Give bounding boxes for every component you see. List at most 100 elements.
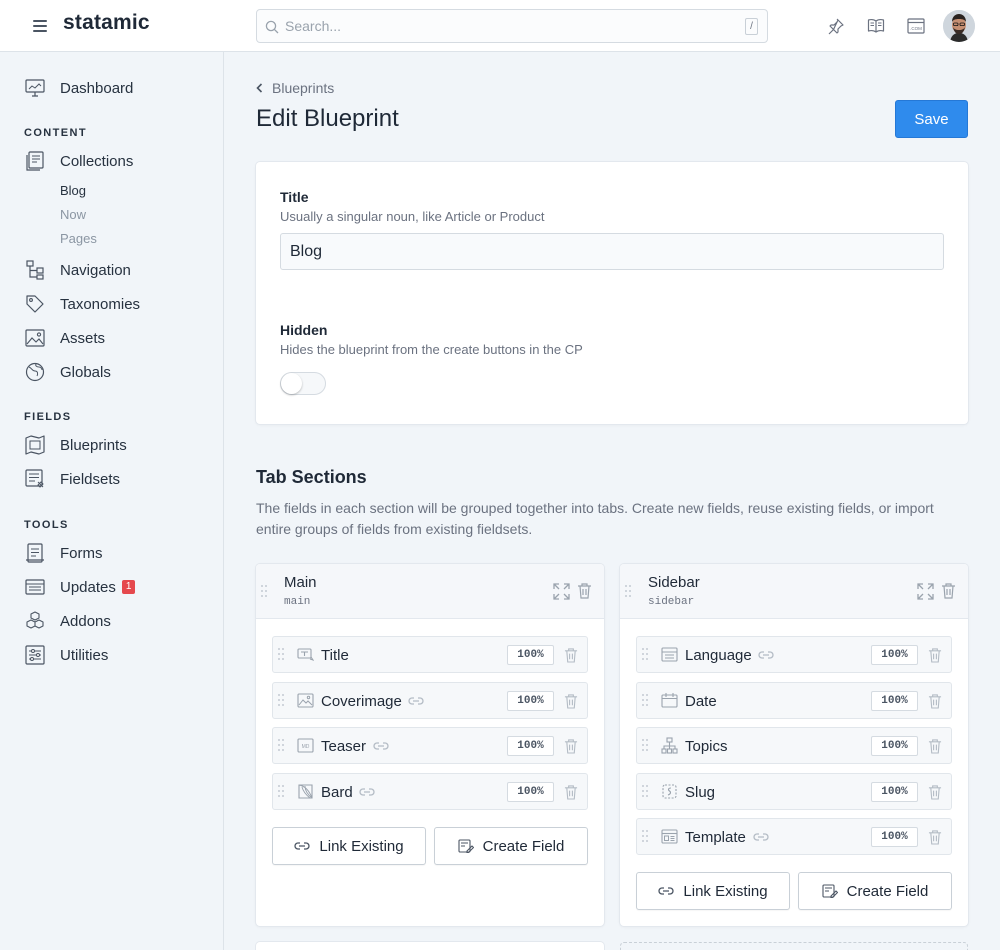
expand-icon[interactable] — [553, 583, 570, 600]
drag-handle-icon[interactable] — [278, 694, 284, 708]
sidebar-item-label: Updates — [60, 578, 116, 596]
field-width-selector[interactable]: 100% — [507, 691, 554, 711]
field-name[interactable]: Topics — [685, 738, 728, 755]
utilities-icon — [25, 645, 45, 665]
drag-handle-icon[interactable] — [642, 830, 648, 844]
field-name[interactable]: Template — [685, 829, 746, 846]
sidebar-item-label: Addons — [60, 612, 111, 630]
sidebar-item-fieldsets[interactable]: Fieldsets — [24, 466, 214, 492]
sidebar-item-dashboard[interactable]: Dashboard — [24, 75, 214, 101]
sidebar-item-updates[interactable]: Updates 1 — [24, 574, 214, 600]
drag-handle-icon[interactable] — [642, 785, 648, 799]
sidebar-item-globals[interactable]: Globals — [24, 359, 214, 385]
add-tab-section-dropzone[interactable] — [620, 942, 968, 950]
field-row-bard[interactable]: Bard 100% — [272, 773, 588, 810]
field-row-topics[interactable]: Topics 100% — [636, 727, 952, 764]
field-name[interactable]: Coverimage — [321, 693, 402, 710]
link-existing-button[interactable]: Link Existing — [272, 827, 426, 865]
sidebar-item-label: Assets — [60, 329, 106, 347]
menu-toggle-icon[interactable] — [33, 20, 47, 32]
search-input[interactable] — [285, 10, 725, 42]
sidebar-item-addons[interactable]: Addons — [24, 608, 214, 634]
field-name[interactable]: Language — [685, 647, 752, 664]
field-width-selector[interactable]: 100% — [871, 827, 918, 847]
field-width-selector[interactable]: 100% — [507, 736, 554, 756]
field-row-template[interactable]: Template 100% — [636, 818, 952, 855]
title-input[interactable] — [280, 233, 944, 270]
drag-handle-icon[interactable] — [625, 585, 631, 599]
field-name[interactable]: Teaser — [321, 738, 366, 755]
tab-sections-title: Tab Sections — [256, 467, 367, 487]
field-width-selector[interactable]: 100% — [507, 645, 554, 665]
expand-icon[interactable] — [917, 583, 934, 600]
sidebar-item-collections[interactable]: Collections — [24, 148, 214, 174]
field-name[interactable]: Slug — [685, 784, 715, 801]
create-field-button[interactable]: Create Field — [798, 872, 952, 910]
site-icon[interactable]: .COM — [906, 16, 926, 36]
link-existing-button[interactable]: Link Existing — [636, 872, 790, 910]
sidebar-item-blueprints[interactable]: Blueprints — [24, 432, 214, 458]
field-row-date[interactable]: Date 100% — [636, 682, 952, 719]
sidebar-item-taxonomies[interactable]: Taxonomies — [24, 291, 214, 317]
tab-section-name[interactable]: Main — [284, 574, 317, 591]
drag-handle-icon[interactable] — [642, 648, 648, 662]
breadcrumb-label: Blueprints — [272, 80, 335, 96]
hidden-help: Hides the blueprint from the create butt… — [280, 342, 583, 357]
save-button[interactable]: Save — [895, 100, 968, 138]
field-name[interactable]: Title — [321, 647, 349, 664]
field-row-title[interactable]: Title 100% — [272, 636, 588, 673]
field-row-coverimage[interactable]: Coverimage 100% — [272, 682, 588, 719]
trash-icon[interactable] — [928, 829, 942, 845]
breadcrumb[interactable]: Blueprints — [256, 80, 334, 96]
sidebar-subitem-blog[interactable]: Blog — [60, 183, 86, 198]
sidebar-item-assets[interactable]: Assets — [24, 325, 214, 351]
field-row-slug[interactable]: Slug 100% — [636, 773, 952, 810]
trash-icon[interactable] — [928, 693, 942, 709]
sidebar-item-utilities[interactable]: Utilities — [24, 642, 214, 668]
create-field-button[interactable]: Create Field — [434, 827, 588, 865]
sidebar-subitem-now[interactable]: Now — [60, 207, 86, 222]
global-search[interactable]: / — [256, 9, 768, 43]
tag-icon — [26, 295, 44, 313]
drag-handle-icon[interactable] — [278, 739, 284, 753]
trash-icon[interactable] — [564, 647, 578, 663]
pin-icon[interactable] — [826, 16, 846, 36]
sidebar-item-forms[interactable]: Forms — [24, 540, 214, 566]
tab-sections-description: The fields in each section will be group… — [256, 500, 934, 537]
trash-icon[interactable] — [564, 784, 578, 800]
field-width-selector[interactable]: 100% — [871, 736, 918, 756]
search-icon — [265, 20, 279, 34]
sidebar-subitem-pages[interactable]: Pages — [60, 231, 97, 246]
trash-icon[interactable] — [564, 693, 578, 709]
sidebar-item-navigation[interactable]: Navigation — [24, 257, 214, 283]
field-name[interactable]: Bard — [321, 784, 353, 801]
book-icon[interactable] — [866, 16, 886, 36]
tab-section-main: Main main Title 100% Coverimage 100% MD … — [256, 564, 604, 926]
hidden-toggle[interactable] — [280, 372, 326, 395]
drag-handle-icon[interactable] — [642, 694, 648, 708]
image-icon — [25, 329, 45, 347]
trash-icon[interactable] — [941, 582, 956, 599]
field-row-teaser[interactable]: MD Teaser 100% — [272, 727, 588, 764]
field-width-selector[interactable]: 100% — [871, 782, 918, 802]
trash-icon[interactable] — [928, 784, 942, 800]
field-row-language[interactable]: Language 100% — [636, 636, 952, 673]
field-width-selector[interactable]: 100% — [871, 691, 918, 711]
trash-icon[interactable] — [928, 647, 942, 663]
field-width-selector[interactable]: 100% — [507, 782, 554, 802]
trash-icon[interactable] — [577, 582, 592, 599]
field-width-selector[interactable]: 100% — [871, 645, 918, 665]
trash-icon[interactable] — [564, 738, 578, 754]
trash-icon[interactable] — [928, 738, 942, 754]
user-avatar[interactable] — [943, 10, 975, 42]
updates-count-badge: 1 — [121, 580, 136, 594]
app-logo[interactable]: statamic — [63, 11, 150, 35]
tab-section-name[interactable]: Sidebar — [648, 574, 700, 591]
tab-section-handle: sidebar — [648, 596, 695, 608]
drag-handle-icon[interactable] — [278, 648, 284, 662]
drag-handle-icon[interactable] — [278, 785, 284, 799]
field-name[interactable]: Date — [685, 693, 717, 710]
drag-handle-icon[interactable] — [261, 585, 267, 599]
drag-handle-icon[interactable] — [642, 739, 648, 753]
sidebar-item-label: Fieldsets — [60, 470, 121, 488]
